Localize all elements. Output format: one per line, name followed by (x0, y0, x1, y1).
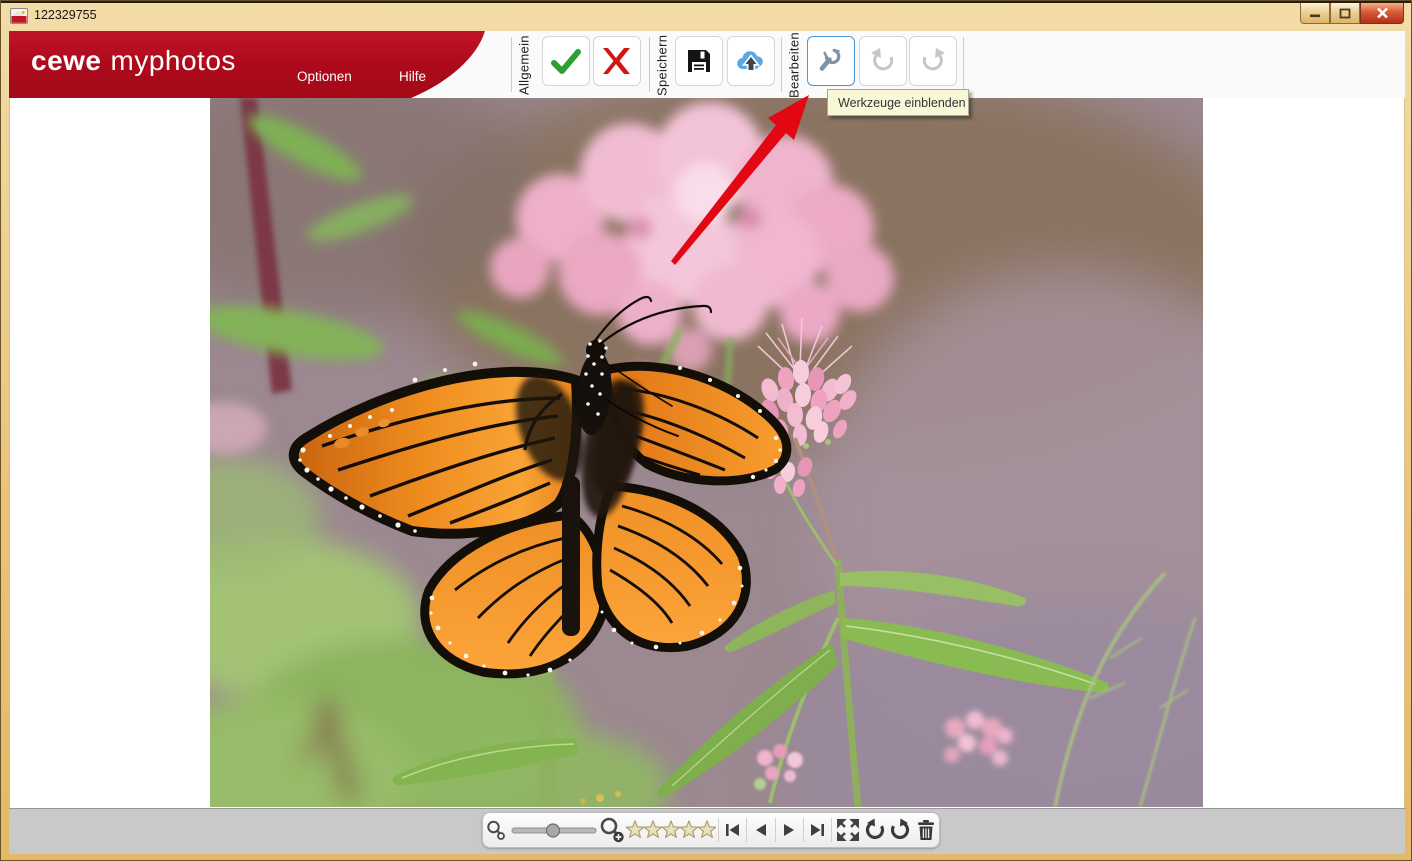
zoom-out-icon (487, 820, 506, 840)
last-icon (811, 824, 825, 836)
rotate-right-icon (922, 48, 945, 71)
separator (963, 37, 964, 92)
rotate-left-viewer-button[interactable] (862, 814, 887, 846)
first-image-button[interactable] (721, 814, 744, 846)
zoom-slider-icon (511, 823, 597, 838)
delete-button[interactable] (912, 814, 939, 846)
app-icon (10, 8, 28, 24)
rotate-left-button[interactable] (859, 36, 907, 86)
separator (774, 818, 776, 842)
window-content: Allgemein Speichern Bearbeiten cewe myph… (9, 31, 1405, 854)
close-button[interactable] (1360, 3, 1404, 24)
next-image-button[interactable] (777, 814, 800, 846)
menu-hilfe[interactable]: Hilfe (399, 69, 426, 84)
section-label-bearbeiten: Bearbeiten (786, 32, 802, 98)
photo-canvas (210, 98, 1203, 807)
zoom-out-button[interactable] (483, 814, 510, 846)
first-icon (725, 824, 739, 836)
menu-optionen[interactable]: Optionen (297, 69, 352, 84)
title-bar: 122329755 (1, 1, 1411, 31)
separator (746, 818, 748, 842)
check-icon (551, 49, 581, 74)
apply-button[interactable] (542, 36, 590, 86)
viewer-toolbar (482, 812, 940, 848)
close-icon (1376, 7, 1388, 19)
separator (781, 37, 782, 92)
star-icons (626, 820, 717, 839)
zoom-in-button[interactable] (598, 814, 627, 846)
wrench-icon (819, 48, 841, 71)
separator (718, 818, 720, 842)
section-label-speichern: Speichern (654, 34, 670, 96)
minimize-icon (1310, 14, 1320, 18)
zoom-in-icon (600, 817, 624, 843)
brand-light: myphotos (110, 45, 236, 76)
rotate-right-viewer-button[interactable] (887, 814, 912, 846)
discard-button[interactable] (593, 36, 641, 86)
rotate-left-icon (871, 48, 894, 71)
zoom-slider[interactable] (510, 814, 598, 846)
app-window: 122329755 Allgemein Speichern Bearbeiten… (0, 0, 1412, 861)
trash-icon (917, 820, 934, 840)
upload-button[interactable] (727, 36, 775, 86)
brand-bold: cewe (31, 45, 102, 76)
section-label-allgemein: Allgemein (516, 35, 532, 95)
last-image-button[interactable] (806, 814, 829, 846)
minimize-button[interactable] (1300, 3, 1330, 24)
separator (830, 818, 832, 842)
rotate-left-icon (865, 818, 884, 840)
fullscreen-icon (836, 819, 859, 841)
save-button[interactable] (675, 36, 723, 86)
maximize-button[interactable] (1330, 3, 1360, 24)
show-tools-button[interactable] (807, 36, 855, 86)
tooltip: Werkzeuge einblenden (827, 89, 969, 116)
rotate-right-button[interactable] (909, 36, 957, 86)
previous-image-button[interactable] (749, 814, 772, 846)
separator (802, 818, 804, 842)
x-icon (603, 48, 630, 74)
brand-logo: cewe myphotos (31, 45, 236, 77)
rating-stars[interactable] (626, 814, 717, 846)
next-icon (784, 824, 795, 836)
window-title: 122329755 (34, 8, 97, 22)
separator (511, 37, 512, 92)
cloud-upload-icon (737, 51, 763, 72)
previous-icon (755, 824, 766, 836)
separator (649, 37, 650, 92)
floppy-icon (688, 50, 710, 72)
fullscreen-button[interactable] (834, 814, 863, 846)
restore-icon (1339, 8, 1351, 18)
butterfly-photo (210, 98, 1203, 807)
rotate-right-icon (890, 818, 909, 840)
tooltip-text: Werkzeuge einblenden (838, 95, 966, 110)
